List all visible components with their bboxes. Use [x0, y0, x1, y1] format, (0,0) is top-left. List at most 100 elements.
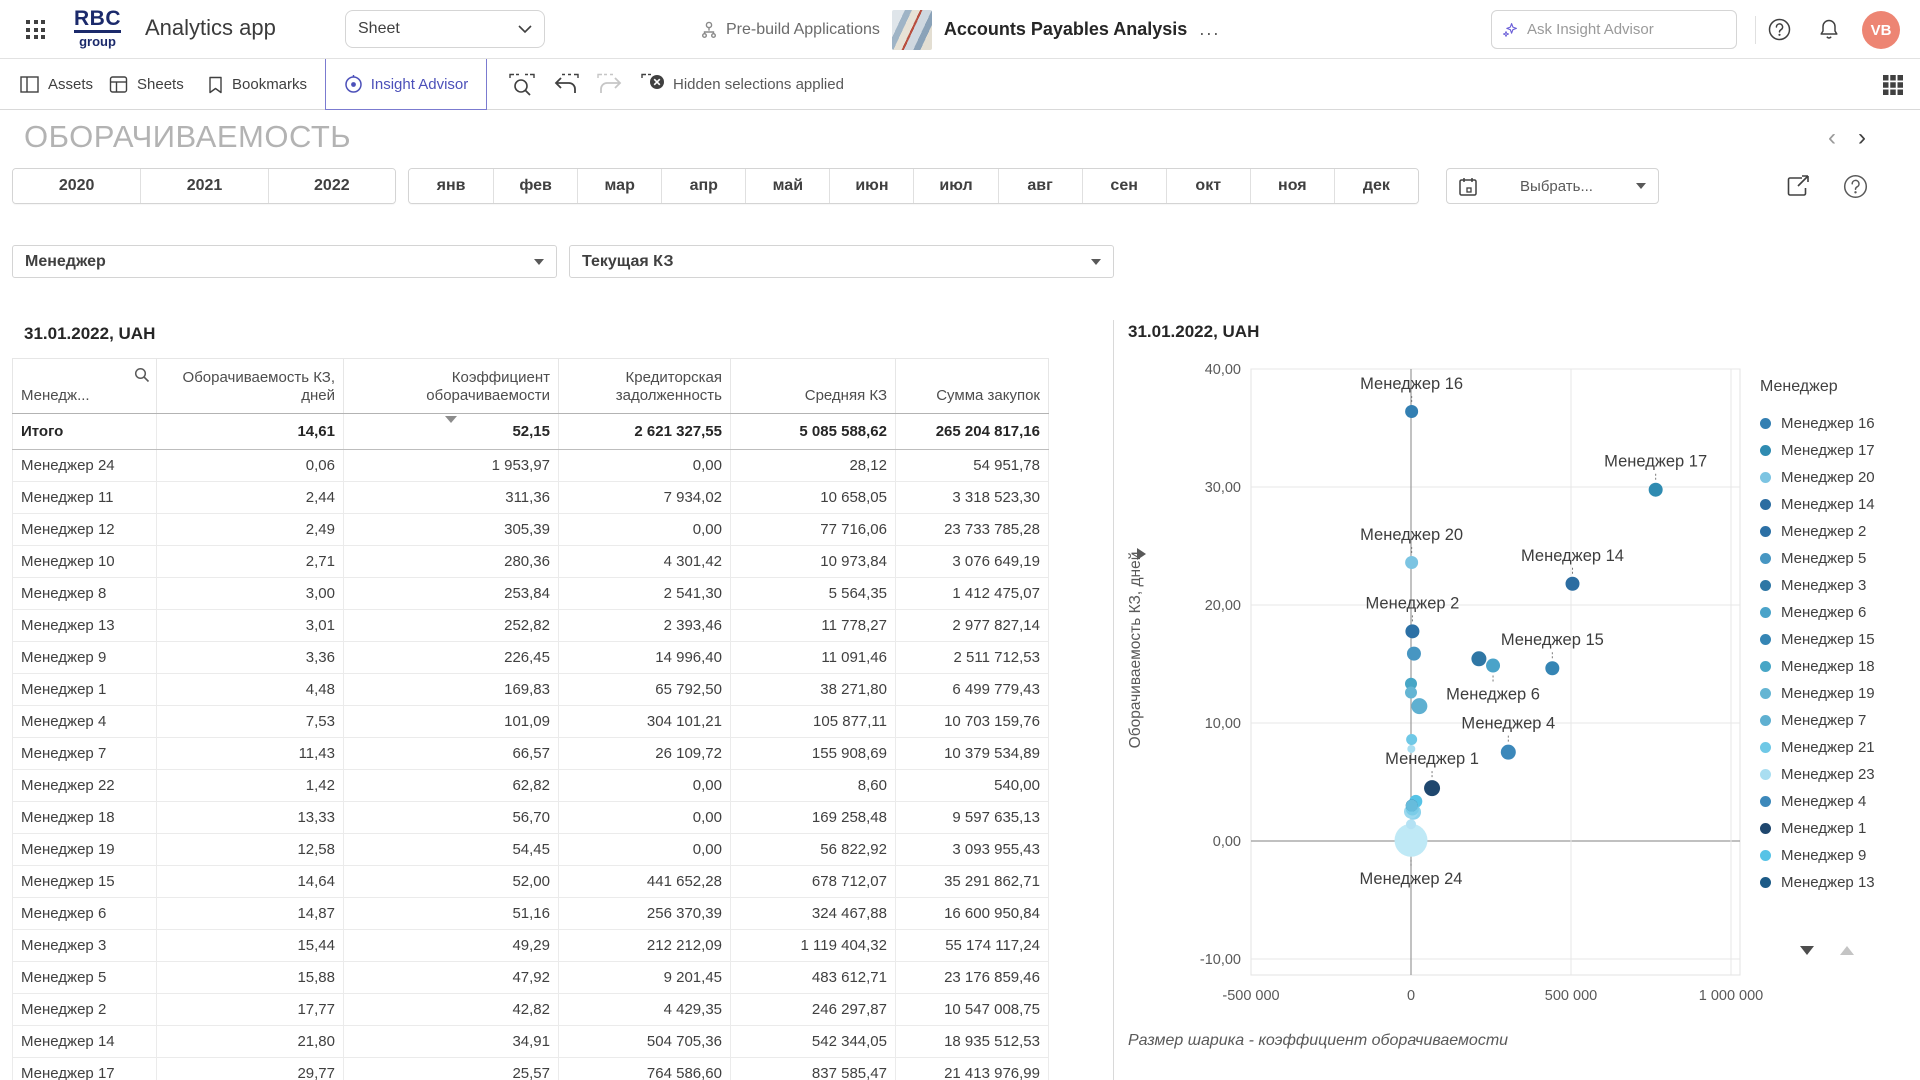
chart-bubble[interactable]	[1566, 577, 1580, 591]
legend-item[interactable]: Менеджер 20	[1760, 464, 1918, 491]
app-launcher-icon[interactable]	[26, 20, 46, 40]
chart-bubble[interactable]	[1405, 556, 1418, 569]
app-thumbnail[interactable]	[892, 10, 932, 50]
date-picker[interactable]: Выбрать...	[1446, 168, 1659, 204]
chart-bubble[interactable]	[1411, 698, 1427, 714]
table-row[interactable]: Менеджер 1421,8034,91504 705,36542 344,0…	[13, 1026, 1049, 1058]
legend-item[interactable]: Менеджер 14	[1760, 491, 1918, 518]
column-header[interactable]: Сумма закупок	[896, 359, 1049, 414]
app-overflow-menu[interactable]: ...	[1199, 19, 1220, 40]
tab-bookmarks[interactable]: Bookmarks	[208, 59, 307, 110]
chart-bubble[interactable]	[1501, 745, 1516, 760]
current-kz-filter-dropdown[interactable]: Текущая КЗ	[569, 245, 1114, 278]
chart-bubble[interactable]	[1405, 624, 1419, 638]
clear-selections-icon[interactable]	[641, 72, 667, 98]
table-row[interactable]: Менеджер 102,71280,364 301,4210 973,843 …	[13, 546, 1049, 578]
year-button[interactable]: 2020	[13, 169, 140, 203]
legend-item[interactable]: Менеджер 21	[1760, 734, 1918, 761]
chart-bubble[interactable]	[1406, 819, 1416, 829]
table-row[interactable]: Менеджер 515,8847,929 201,45483 612,7123…	[13, 962, 1049, 994]
column-header[interactable]: Средняя КЗ	[731, 359, 896, 414]
table-row[interactable]: Менеджер 1813,3356,700,00169 258,489 597…	[13, 802, 1049, 834]
column-header[interactable]: Оборачиваемость КЗ, дней	[157, 359, 344, 414]
manager-filter-dropdown[interactable]: Менеджер	[12, 245, 557, 278]
legend-scroll-up-icon[interactable]	[1840, 946, 1854, 955]
table-row[interactable]: Менеджер 315,4449,29212 212,091 119 404,…	[13, 930, 1049, 962]
legend-item[interactable]: Менеджер 1	[1760, 815, 1918, 842]
table-row[interactable]: Менеджер 47,53101,09304 101,21105 877,11…	[13, 706, 1049, 738]
tab-assets[interactable]: Assets	[20, 59, 93, 110]
column-header[interactable]: Коэффициент оборачиваемости	[344, 359, 559, 414]
column-header[interactable]: Кредиторская задолженность	[559, 359, 731, 414]
legend-item[interactable]: Менеджер 23	[1760, 761, 1918, 788]
legend-item[interactable]: Менеджер 18	[1760, 653, 1918, 680]
legend-scroll-down-icon[interactable]	[1800, 946, 1814, 955]
column-header[interactable]: Менедж...	[13, 359, 157, 414]
legend-item[interactable]: Менеджер 13	[1760, 869, 1918, 896]
table-row[interactable]: Менеджер 133,01252,822 393,4611 778,272 …	[13, 610, 1049, 642]
undo-icon[interactable]	[553, 72, 579, 98]
tab-sheets[interactable]: Sheets	[109, 59, 184, 110]
export-selections-icon[interactable]	[1786, 174, 1811, 199]
sheet-help-icon[interactable]	[1843, 174, 1868, 199]
chart-bubble[interactable]	[1649, 483, 1663, 497]
month-button[interactable]: янв	[409, 169, 493, 203]
legend-item[interactable]: Менеджер 3	[1760, 572, 1918, 599]
month-button[interactable]: дек	[1334, 169, 1418, 203]
user-avatar[interactable]: VB	[1862, 11, 1900, 49]
prev-sheet-arrow[interactable]: ‹	[1828, 126, 1836, 150]
legend-item[interactable]: Менеджер 19	[1760, 680, 1918, 707]
chart-bubble[interactable]	[1407, 647, 1421, 661]
table-row[interactable]: Менеджер 711,4366,5726 109,72155 908,691…	[13, 738, 1049, 770]
month-button[interactable]: авг	[998, 169, 1082, 203]
redo-icon[interactable]	[597, 72, 623, 98]
insight-advisor-button[interactable]: Insight Advisor	[325, 59, 487, 110]
table-row[interactable]: Менеджер 1729,7725,57764 586,60837 585,4…	[13, 1058, 1049, 1080]
chart-bubble[interactable]	[1545, 661, 1559, 675]
month-button[interactable]: апр	[661, 169, 745, 203]
table-row[interactable]: Менеджер 14,48169,8365 792,5038 271,806 …	[13, 674, 1049, 706]
legend-item[interactable]: Менеджер 9	[1760, 842, 1918, 869]
search-selections-icon[interactable]	[509, 72, 535, 98]
table-row[interactable]: Менеджер 93,36226,4514 996,4011 091,462 …	[13, 642, 1049, 674]
sheet-grid-icon[interactable]	[1882, 74, 1908, 100]
chart-bubble[interactable]	[1405, 687, 1417, 699]
chart-bubble[interactable]	[1406, 800, 1418, 812]
search-input[interactable]	[1527, 21, 1726, 38]
month-button[interactable]: фев	[493, 169, 577, 203]
month-button[interactable]: июн	[829, 169, 913, 203]
help-icon[interactable]	[1768, 18, 1791, 41]
chart-bubble[interactable]	[1471, 651, 1486, 666]
table-row[interactable]: Менеджер 217,7742,824 429,35246 297,8710…	[13, 994, 1049, 1026]
year-button[interactable]: 2022	[268, 169, 395, 203]
month-button[interactable]: окт	[1166, 169, 1250, 203]
table-row[interactable]: Менеджер 1912,5854,450,0056 822,923 093 …	[13, 834, 1049, 866]
month-button[interactable]: ноя	[1250, 169, 1334, 203]
legend-item[interactable]: Менеджер 5	[1760, 545, 1918, 572]
chart-bubble[interactable]	[1424, 780, 1440, 796]
year-button[interactable]: 2021	[140, 169, 267, 203]
table-row[interactable]: Менеджер 122,49305,390,0077 716,0623 733…	[13, 514, 1049, 546]
legend-item[interactable]: Менеджер 7	[1760, 707, 1918, 734]
table-row[interactable]: Менеджер 83,00253,842 541,305 564,351 41…	[13, 578, 1049, 610]
table-row[interactable]: Менеджер 221,4262,820,008,60540,00	[13, 770, 1049, 802]
sheet-selector[interactable]: Sheet	[345, 10, 545, 48]
table-row[interactable]: Менеджер 614,8751,16256 370,39324 467,88…	[13, 898, 1049, 930]
search-icon[interactable]	[134, 367, 150, 383]
month-button[interactable]: май	[745, 169, 829, 203]
chart-bubble[interactable]	[1405, 405, 1418, 418]
legend-item[interactable]: Менеджер 4	[1760, 788, 1918, 815]
month-button[interactable]: сен	[1082, 169, 1166, 203]
month-button[interactable]: мар	[577, 169, 661, 203]
legend-item[interactable]: Менеджер 16	[1760, 410, 1918, 437]
legend-item[interactable]: Менеджер 17	[1760, 437, 1918, 464]
legend-item[interactable]: Менеджер 2	[1760, 518, 1918, 545]
table-row[interactable]: Менеджер 112,44311,367 934,0210 658,053 …	[13, 482, 1049, 514]
legend-item[interactable]: Менеджер 6	[1760, 599, 1918, 626]
insight-advisor-search[interactable]	[1491, 10, 1737, 49]
table-row[interactable]: Менеджер 240,061 953,970,0028,1254 951,7…	[13, 450, 1049, 482]
chart-bubble[interactable]	[1486, 659, 1500, 673]
chart-bubble[interactable]	[1406, 734, 1417, 745]
table-row[interactable]: Менеджер 1514,6452,00441 652,28678 712,0…	[13, 866, 1049, 898]
prebuild-applications-link[interactable]: Pre-build Applications	[700, 21, 880, 39]
